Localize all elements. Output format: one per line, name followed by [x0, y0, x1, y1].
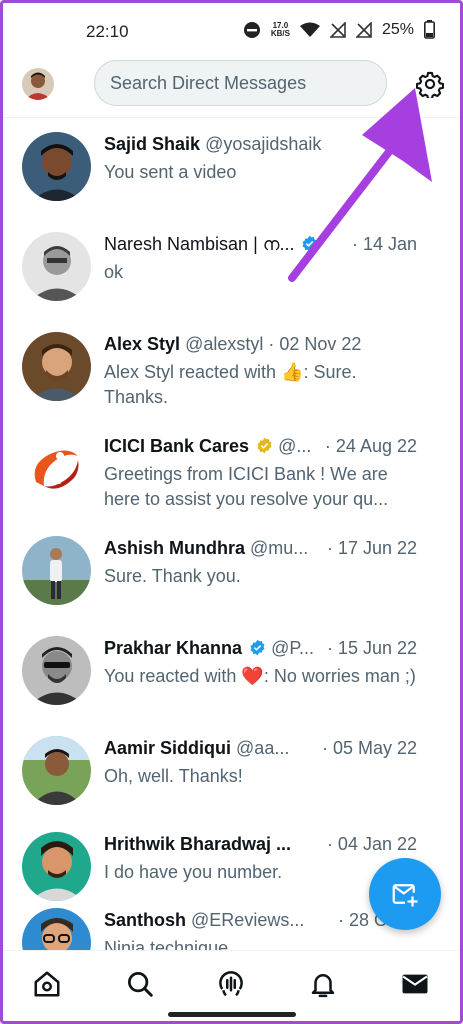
contact-name: Prakhar Khanna — [104, 638, 243, 658]
search-icon[interactable] — [125, 969, 155, 999]
contact-name: Aamir Siddiqui — [104, 738, 232, 758]
speed-unit: KB/S — [270, 28, 290, 38]
avatar — [22, 908, 91, 950]
message-preview: Sure. Thank you. — [104, 566, 241, 586]
spaces-icon[interactable] — [216, 969, 246, 999]
conversation-row[interactable]: ICICI Bank Cares @... · 24 Aug 22 Greeti… — [0, 420, 463, 520]
conversation-header: Aamir Siddiqui @aa... · 05 May 22 — [104, 738, 417, 759]
contact-handle: @aa... — [236, 738, 290, 758]
avatar — [22, 832, 91, 901]
status-time: 22:10 — [86, 22, 129, 41]
message-preview: Alex Styl reacted with 👍: Sure. Thanks. — [104, 362, 357, 407]
contact-name: Santhosh — [104, 910, 187, 930]
message-preview: You reacted with ❤️: No worries man ;) — [104, 666, 416, 686]
new-message-button[interactable] — [369, 858, 441, 930]
gesture-bar — [168, 1012, 296, 1017]
conversation-header: Hrithwik Bharadwaj ... · 04 Jan 22 — [104, 834, 417, 855]
contact-name: Naresh Nambisan | ന... — [104, 234, 295, 254]
conversation-row[interactable]: Aamir Siddiqui @aa... · 05 May 22 Oh, we… — [0, 722, 463, 822]
battery-icon — [424, 20, 435, 39]
profile-avatar[interactable] — [22, 68, 54, 100]
message-preview: Greetings from ICICI Bank ! We are here … — [104, 464, 389, 509]
avatar — [22, 636, 91, 705]
status-icons: 17.0 KB/S 25% — [243, 20, 435, 39]
new-message-icon — [392, 884, 418, 907]
conversation-row[interactable]: Ashish Mundhra @mu... · 17 Jun 22 Sure. … — [0, 522, 463, 622]
network-speed: 17.0 KB/S — [270, 21, 290, 38]
contact-name: Sajid Shaik — [104, 134, 201, 154]
annotation-arrow — [288, 88, 432, 282]
avatar — [22, 736, 91, 805]
conversation-header: Santhosh @EReviews... · 28 Oct 2 — [104, 910, 417, 931]
message-preview: Oh, well. Thanks! — [104, 766, 243, 786]
home-icon[interactable] — [32, 969, 62, 999]
dnd-icon — [243, 21, 260, 38]
message-date: · 02 Nov 22 — [268, 334, 362, 354]
avatar — [22, 132, 91, 201]
verified-gold-badge-icon — [257, 437, 272, 454]
conversation-row[interactable]: Alex Styl @alexstyl · 02 Nov 22 Alex Sty… — [0, 318, 463, 418]
conversation-row[interactable]: Prakhar Khanna @P... · 15 Jun 22 You rea… — [0, 622, 463, 722]
conversation-header: ICICI Bank Cares @... · 24 Aug 22 — [104, 436, 417, 457]
conversation-header: Alex Styl @alexstyl · 02 Nov 22 — [104, 334, 417, 355]
message-date: · 05 May 22 — [317, 738, 417, 759]
contact-handle: @alexstyl — [185, 334, 264, 354]
message-date: · 15 Jun 22 — [322, 638, 417, 659]
messages-icon[interactable] — [400, 969, 430, 999]
contact-handle: @P... — [271, 638, 315, 658]
contact-name: Ashish Mundhra — [104, 538, 246, 558]
contact-handle: @... — [278, 436, 312, 456]
status-bar: 22:10 17.0 KB/S 25% — [0, 0, 463, 62]
notifications-icon[interactable] — [308, 969, 338, 999]
contact-name: ICICI Bank Cares — [104, 436, 250, 456]
contact-name: Alex Styl — [104, 334, 181, 354]
wifi-icon — [299, 22, 320, 37]
signal-off-icon — [329, 21, 346, 38]
conversation-header: Prakhar Khanna @P... · 15 Jun 22 — [104, 638, 417, 659]
message-date: · 04 Jan 22 — [322, 834, 417, 855]
battery-percent: 25% — [381, 20, 414, 38]
conversation-header: Ashish Mundhra @mu... · 17 Jun 22 — [104, 538, 417, 559]
avatar — [22, 332, 91, 401]
verified-badge-icon — [250, 639, 265, 656]
message-date: · 24 Aug 22 — [320, 436, 417, 457]
avatar — [22, 434, 91, 503]
message-preview: Ninja technique — [104, 938, 229, 950]
signal-off-icon-2 — [355, 21, 372, 38]
contact-name: Hrithwik Bharadwaj ... — [104, 834, 292, 854]
avatar — [22, 536, 91, 605]
avatar — [22, 232, 91, 301]
contact-handle: @mu... — [250, 538, 309, 558]
contact-handle: @EReviews... — [191, 910, 305, 930]
message-date: · 17 Jun 22 — [322, 538, 417, 559]
